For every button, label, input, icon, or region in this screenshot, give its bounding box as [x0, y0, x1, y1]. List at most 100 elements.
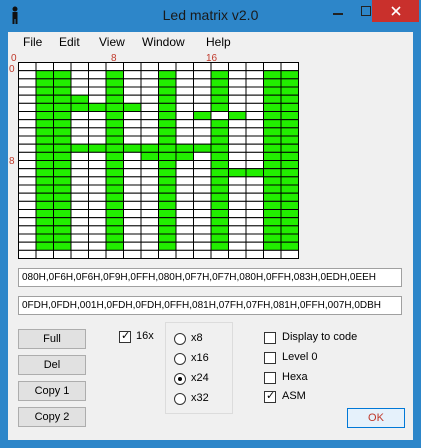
led-cell-off[interactable] [123, 111, 142, 121]
led-cell-off[interactable] [88, 249, 107, 259]
led-cell-on[interactable] [210, 217, 229, 227]
led-cell-off[interactable] [228, 94, 247, 104]
led-cell-off[interactable] [105, 62, 124, 72]
led-cell-off[interactable] [193, 249, 212, 259]
led-cell-on[interactable] [35, 151, 54, 162]
led-cell-off[interactable] [158, 249, 177, 259]
level-0-checkbox[interactable] [264, 352, 276, 364]
led-cell-on[interactable] [53, 209, 72, 219]
radio-x32[interactable] [174, 393, 186, 405]
led-cell-off[interactable] [140, 62, 159, 72]
led-cell-on[interactable] [35, 86, 54, 96]
delete-button[interactable]: Del [18, 355, 86, 375]
led-cell-on[interactable] [158, 70, 177, 80]
ok-button[interactable]: OK [347, 408, 405, 428]
led-cell-off[interactable] [245, 249, 264, 259]
led-cell-off[interactable] [18, 225, 37, 235]
led-cell-off[interactable] [175, 70, 194, 80]
led-cell-on[interactable] [35, 78, 54, 88]
led-cell-off[interactable] [70, 192, 89, 202]
led-cell-off[interactable] [193, 94, 212, 104]
led-cell-off[interactable] [193, 86, 212, 96]
led-cell-on[interactable] [175, 143, 194, 153]
led-cell-off[interactable] [228, 233, 247, 243]
led-cell-on[interactable] [105, 111, 124, 121]
led-cell-off[interactable] [88, 176, 107, 186]
led-cell-on[interactable] [105, 94, 124, 104]
led-cell-on[interactable] [105, 168, 124, 178]
led-cell-off[interactable] [35, 249, 54, 259]
led-cell-on[interactable] [280, 111, 299, 121]
led-cell-off[interactable] [228, 143, 247, 153]
led-cell-on[interactable] [105, 241, 124, 251]
led-cell-on[interactable] [105, 143, 124, 153]
led-cell-off[interactable] [88, 119, 107, 129]
led-cell-off[interactable] [70, 200, 89, 211]
led-cell-on[interactable] [105, 70, 124, 80]
led-cell-off[interactable] [88, 217, 107, 227]
led-cell-on[interactable] [140, 143, 159, 153]
led-cell-off[interactable] [175, 94, 194, 104]
led-cell-on[interactable] [35, 119, 54, 129]
led-cell-off[interactable] [18, 241, 37, 251]
led-cell-on[interactable] [35, 217, 54, 227]
led-cell-off[interactable] [18, 184, 37, 194]
led-cell-on[interactable] [158, 192, 177, 202]
led-cell-off[interactable] [175, 209, 194, 219]
led-cell-on[interactable] [280, 217, 299, 227]
led-cell-off[interactable] [263, 249, 282, 259]
led-cell-off[interactable] [175, 119, 194, 129]
led-cell-off[interactable] [123, 86, 142, 96]
led-cell-on[interactable] [263, 168, 282, 178]
led-cell-off[interactable] [18, 249, 37, 259]
led-cell-off[interactable] [245, 143, 264, 153]
led-cell-on[interactable] [53, 151, 72, 162]
led-cell-off[interactable] [228, 217, 247, 227]
led-cell-off[interactable] [18, 176, 37, 186]
led-cell-on[interactable] [210, 127, 229, 137]
led-cell-off[interactable] [228, 119, 247, 129]
led-cell-off[interactable] [88, 241, 107, 251]
led-cell-off[interactable] [228, 176, 247, 186]
menu-view[interactable]: View [99, 35, 125, 49]
led-cell-on[interactable] [158, 102, 177, 113]
led-cell-on[interactable] [280, 102, 299, 113]
led-cell-off[interactable] [140, 184, 159, 194]
led-cell-off[interactable] [175, 168, 194, 178]
led-cell-on[interactable] [158, 241, 177, 251]
led-cell-off[interactable] [175, 160, 194, 170]
led-cell-on[interactable] [35, 94, 54, 104]
led-cell-off[interactable] [228, 225, 247, 235]
led-cell-off[interactable] [123, 168, 142, 178]
led-cell-off[interactable] [193, 168, 212, 178]
led-cell-on[interactable] [53, 127, 72, 137]
led-cell-off[interactable] [140, 168, 159, 178]
led-cell-on[interactable] [105, 184, 124, 194]
led-cell-off[interactable] [18, 143, 37, 153]
led-cell-off[interactable] [193, 192, 212, 202]
led-cell-off[interactable] [70, 160, 89, 170]
led-cell-on[interactable] [263, 184, 282, 194]
led-cell-off[interactable] [175, 102, 194, 113]
led-cell-off[interactable] [18, 111, 37, 121]
led-cell-off[interactable] [175, 135, 194, 145]
led-cell-off[interactable] [245, 160, 264, 170]
led-cell-off[interactable] [175, 184, 194, 194]
led-cell-off[interactable] [228, 102, 247, 113]
led-cell-off[interactable] [140, 94, 159, 104]
led-cell-off[interactable] [123, 241, 142, 251]
led-cell-on[interactable] [53, 241, 72, 251]
led-cell-off[interactable] [193, 200, 212, 211]
led-cell-off[interactable] [123, 62, 142, 72]
led-cell-on[interactable] [210, 86, 229, 96]
led-cell-off[interactable] [245, 192, 264, 202]
led-cell-off[interactable] [18, 200, 37, 211]
led-cell-off[interactable] [88, 233, 107, 243]
led-cell-off[interactable] [70, 225, 89, 235]
led-cell-off[interactable] [193, 119, 212, 129]
led-cell-off[interactable] [158, 62, 177, 72]
led-cell-off[interactable] [193, 62, 212, 72]
led-cell-off[interactable] [193, 233, 212, 243]
led-cell-on[interactable] [88, 102, 107, 113]
led-cell-on[interactable] [263, 143, 282, 153]
